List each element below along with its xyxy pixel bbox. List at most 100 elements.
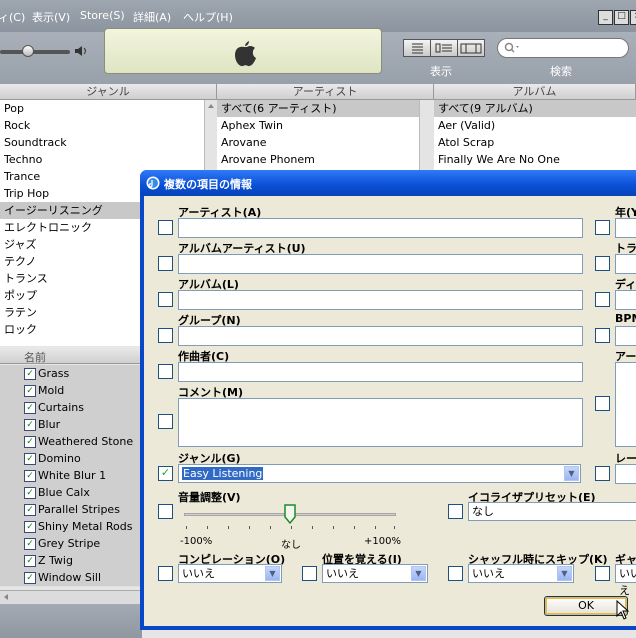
list-item[interactable]: Aer (Valid): [438, 117, 495, 134]
view-list-button[interactable]: [403, 39, 431, 57]
view-coverflow-button[interactable]: [457, 39, 485, 57]
bpm-apply-checkbox[interactable]: [595, 328, 610, 343]
menu-store[interactable]: Store(S): [80, 9, 125, 22]
menu-file[interactable]: ィ(C): [0, 9, 25, 25]
track-checkbox[interactable]: ✓: [24, 538, 36, 550]
composer-field[interactable]: [178, 362, 583, 382]
chevron-down-icon[interactable]: ▼: [564, 466, 579, 481]
eq-apply-checkbox[interactable]: [448, 504, 463, 519]
artwork-apply-checkbox[interactable]: [595, 396, 610, 411]
rating-apply-checkbox[interactable]: [595, 466, 610, 481]
table-row[interactable]: ✓ Weathered Stone: [0, 433, 142, 451]
dialog-title-bar[interactable]: 複数の項目の情報: [140, 170, 636, 196]
composer-apply-checkbox[interactable]: [158, 364, 173, 379]
list-item[interactable]: Soundtrack: [4, 134, 67, 151]
list-item[interactable]: Rock: [4, 117, 30, 134]
list-item[interactable]: ポップ: [4, 287, 37, 304]
chevron-down-icon[interactable]: ▼: [557, 566, 572, 581]
list-item[interactable]: Atol Scrap: [438, 134, 494, 151]
skip-shuffle-select[interactable]: いいえ ▼: [468, 564, 574, 583]
table-row[interactable]: ✓ Domino: [0, 450, 142, 468]
table-row[interactable]: ✓ Curtains: [0, 399, 142, 417]
menu-advanced[interactable]: 詳細(A): [133, 9, 171, 25]
list-item-selected[interactable]: すべて(6 アーティスト): [217, 100, 419, 117]
list-item[interactable]: Arovane: [221, 134, 267, 151]
list-item-selected[interactable]: すべて(9 アルバム): [434, 100, 636, 117]
track-checkbox[interactable]: ✓: [24, 504, 36, 516]
horizontal-scrollbar[interactable]: [0, 590, 142, 604]
genre-apply-checkbox[interactable]: ✓: [158, 466, 173, 481]
table-row[interactable]: ✓ Grass: [0, 365, 142, 383]
track-checkbox[interactable]: ✓: [24, 453, 36, 465]
year-field[interactable]: [615, 218, 636, 238]
track-checkbox[interactable]: ✓: [24, 419, 36, 431]
table-row[interactable]: ✓ Window Sill: [0, 569, 142, 587]
remember-apply-checkbox[interactable]: [302, 566, 317, 581]
maximize-button[interactable]: □: [614, 10, 629, 25]
bpm-field[interactable]: [615, 326, 636, 346]
table-row[interactable]: ✓ Z Twig: [0, 552, 142, 570]
volume-knob[interactable]: [22, 45, 34, 57]
volume-slider[interactable]: [0, 50, 70, 54]
rating-field[interactable]: [615, 464, 636, 484]
track-checkbox[interactable]: ✓: [24, 487, 36, 499]
artist-field[interactable]: [178, 218, 583, 238]
table-row[interactable]: ✓ Blur: [0, 416, 142, 434]
table-row[interactable]: ✓ Blue Calx: [0, 484, 142, 502]
table-row[interactable]: ✓ Grey Stripe: [0, 535, 142, 553]
name-column-header[interactable]: 名前: [24, 349, 46, 365]
track-checkbox[interactable]: ✓: [24, 470, 36, 482]
list-item[interactable]: Trance: [4, 168, 40, 185]
track-checkbox[interactable]: ✓: [24, 402, 36, 414]
table-row[interactable]: ✓ White Blur 1: [0, 467, 142, 485]
list-item[interactable]: エレクトロニック: [4, 219, 92, 236]
volume-adjust-slider[interactable]: [184, 504, 396, 534]
eq-preset-combo[interactable]: なし: [468, 502, 636, 521]
track-list-header[interactable]: 名前: [0, 347, 142, 364]
disc-apply-checkbox[interactable]: [595, 292, 610, 307]
chevron-down-icon[interactable]: ▼: [411, 566, 426, 581]
track-apply-checkbox[interactable]: [595, 256, 610, 271]
gapless-select[interactable]: いいえ: [615, 564, 636, 597]
comment-field[interactable]: [178, 398, 583, 447]
year-apply-checkbox[interactable]: [595, 220, 610, 235]
minimize-button[interactable]: _: [598, 10, 613, 25]
list-item[interactable]: Trip Hop: [4, 185, 49, 202]
grouping-apply-checkbox[interactable]: [158, 328, 173, 343]
track-checkbox[interactable]: ✓: [24, 368, 36, 380]
gapless-apply-checkbox[interactable]: [595, 566, 610, 581]
album-apply-checkbox[interactable]: [158, 292, 173, 307]
genre-combo[interactable]: Easy Listening ▼: [178, 464, 581, 483]
table-row[interactable]: ✓ Parallel Stripes: [0, 501, 142, 519]
album-column-header[interactable]: アルバム: [434, 84, 636, 100]
table-row[interactable]: ✓ Shiny Metal Rods: [0, 518, 142, 536]
comment-apply-checkbox[interactable]: [158, 414, 173, 429]
album-field[interactable]: [178, 290, 583, 310]
artist-apply-checkbox[interactable]: [158, 220, 173, 235]
track-checkbox[interactable]: ✓: [24, 385, 36, 397]
menu-help[interactable]: ヘルプ(H): [183, 9, 233, 25]
list-item[interactable]: テクノ: [4, 253, 36, 270]
list-item[interactable]: ロック: [4, 321, 37, 338]
menu-view[interactable]: 表示(V): [32, 9, 70, 25]
album-artist-apply-checkbox[interactable]: [158, 256, 173, 271]
table-row[interactable]: ✓ Mold: [0, 382, 142, 400]
artwork-box[interactable]: [615, 362, 636, 447]
grouping-field[interactable]: [178, 326, 583, 346]
skip-apply-checkbox[interactable]: [448, 566, 463, 581]
slider-thumb[interactable]: [284, 504, 296, 524]
list-item[interactable]: トランス: [4, 270, 48, 287]
track-checkbox[interactable]: ✓: [24, 555, 36, 567]
close-button[interactable]: ×: [630, 10, 636, 25]
track-checkbox[interactable]: ✓: [24, 436, 36, 448]
volume-apply-checkbox[interactable]: [158, 504, 173, 519]
list-item[interactable]: Aphex Twin: [221, 117, 283, 134]
track-checkbox[interactable]: ✓: [24, 572, 36, 584]
artist-column-header[interactable]: アーティスト: [217, 84, 434, 100]
view-album-button[interactable]: [430, 39, 458, 57]
list-item[interactable]: ラテン: [4, 304, 37, 321]
list-item[interactable]: Techno: [4, 151, 42, 168]
album-artist-field[interactable]: [178, 254, 583, 274]
chevron-down-icon[interactable]: ▼: [265, 566, 280, 581]
list-item[interactable]: ジャズ: [4, 236, 36, 253]
